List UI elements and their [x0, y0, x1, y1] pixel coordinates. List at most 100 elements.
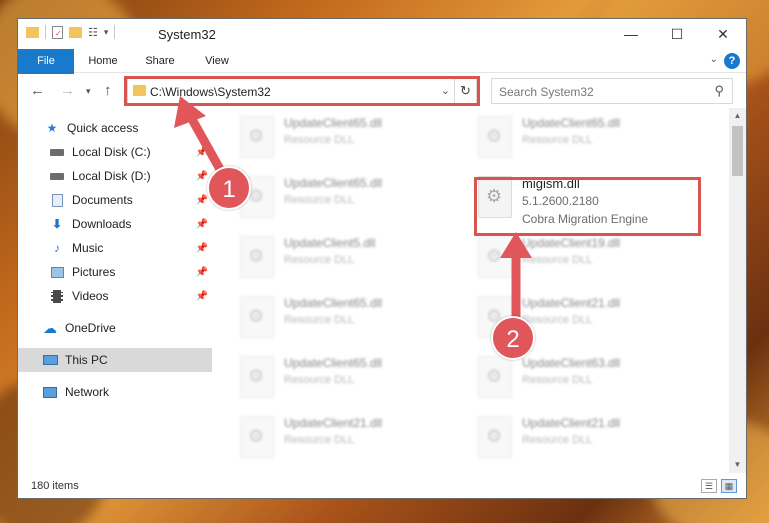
large-icons-view-icon[interactable]: ▦: [721, 479, 737, 493]
search-placeholder: Search System32: [499, 85, 594, 99]
dll-file-icon: [240, 356, 274, 398]
sidebar-item-label: Local Disk (C:): [72, 145, 151, 159]
sidebar-item-pictures[interactable]: Pictures 📌: [18, 260, 212, 284]
customize-toolbar-icon[interactable]: ▾: [104, 27, 109, 38]
sidebar-item-this-pc[interactable]: This PC: [18, 348, 212, 372]
file-type: Resource DLL: [522, 134, 593, 146]
new-folder-icon[interactable]: [69, 26, 82, 38]
sidebar-item-downloads[interactable]: ⬇ Downloads 📌: [18, 212, 212, 236]
sidebar-item-local-disk-d[interactable]: Local Disk (D:) 📌: [18, 164, 212, 188]
step-badge-2: 2: [491, 316, 535, 360]
sidebar-item-label: Music: [72, 241, 104, 255]
properties-icon[interactable]: ✓: [52, 25, 63, 39]
forward-arrow-icon[interactable]: →: [60, 82, 75, 99]
file-item[interactable]: UpdateClient63.dll Resource DLL: [456, 350, 676, 406]
search-input[interactable]: Search System32 ⚲: [491, 78, 733, 104]
file-type: Resource DLL: [522, 434, 593, 446]
file-item[interactable]: UpdateClient19.dll Resource DLL: [456, 230, 676, 286]
item-count: 180 items: [31, 480, 79, 492]
pin-icon: 📌: [195, 290, 208, 302]
pin-icon: 📌: [195, 266, 208, 278]
search-icon[interactable]: ⚲: [714, 83, 724, 99]
tab-home[interactable]: Home: [82, 49, 124, 73]
file-name: UpdateClient65.dll: [284, 296, 383, 310]
file-type: Resource DLL: [284, 374, 355, 386]
file-type: Resource DLL: [284, 434, 355, 446]
maximize-button[interactable]: ☐: [654, 19, 700, 49]
details-view-icon[interactable]: ☰: [701, 479, 717, 493]
list-view-icon[interactable]: ☷: [88, 26, 98, 39]
tab-view[interactable]: View: [196, 49, 238, 73]
scroll-down-icon[interactable]: ▼: [729, 457, 746, 473]
sidebar-item-network[interactable]: Network: [18, 380, 212, 404]
sidebar-item-label: Quick access: [67, 121, 139, 135]
sidebar-item-label: Downloads: [72, 217, 132, 231]
file-item[interactable]: UpdateClient21.dll Resource DLL: [456, 290, 676, 346]
sidebar-item-label: Network: [65, 385, 110, 399]
status-bar: 180 items ☰ ▦: [18, 473, 746, 498]
toolbar-divider: [45, 25, 46, 39]
file-item[interactable]: UpdateClient65.dll Resource DLL: [218, 170, 438, 226]
pin-icon: 📌: [195, 218, 208, 230]
file-list: UpdateClient65.dll Resource DLL UpdateCl…: [218, 108, 727, 473]
sidebar-item-label: Pictures: [72, 265, 116, 279]
music-icon: ♪: [54, 241, 60, 255]
up-arrow-icon[interactable]: ↑: [104, 82, 112, 99]
file-item[interactable]: UpdateClient21.dll Resource DLL: [218, 410, 438, 466]
close-button[interactable]: ✕: [700, 19, 746, 49]
drive-icon: [49, 169, 65, 183]
file-name: UpdateClient65.dll: [284, 356, 383, 370]
file-type: Resource DLL: [284, 194, 355, 206]
pin-icon: 📌: [195, 170, 208, 182]
scroll-thumb[interactable]: [732, 126, 743, 176]
sidebar-item-videos[interactable]: Videos 📌: [18, 284, 212, 308]
file-type: Resource DLL: [284, 134, 355, 146]
file-item[interactable]: UpdateClient65.dll Resource DLL: [218, 110, 438, 166]
sidebar-item-label: Documents: [72, 193, 133, 207]
dll-file-icon: [478, 236, 512, 278]
pin-icon: 📌: [195, 242, 208, 254]
dll-file-icon: [240, 116, 274, 158]
sidebar-item-music[interactable]: ♪ Music 📌: [18, 236, 212, 260]
sidebar-item-label: Local Disk (D:): [72, 169, 151, 183]
file-item[interactable]: UpdateClient5.dll Resource DLL: [218, 230, 438, 286]
help-button[interactable]: ?: [724, 53, 740, 69]
sidebar-item-label: OneDrive: [65, 321, 116, 335]
computer-icon: [42, 353, 58, 367]
pictures-icon: [49, 265, 65, 279]
file-type: Resource DLL: [284, 254, 355, 266]
dll-file-icon: [240, 416, 274, 458]
file-type: Resource DLL: [284, 314, 355, 326]
sidebar-item-onedrive[interactable]: ☁ OneDrive: [18, 316, 212, 340]
drive-icon: [49, 145, 65, 159]
vertical-scrollbar[interactable]: ▲ ▼: [729, 108, 746, 473]
folder-icon[interactable]: [26, 26, 39, 38]
file-item[interactable]: UpdateClient21.dll Resource DLL: [456, 410, 676, 466]
address-highlight-box: [124, 76, 480, 106]
dll-file-icon: [240, 236, 274, 278]
back-arrow-icon[interactable]: ←: [30, 82, 45, 99]
expand-ribbon-icon[interactable]: ⌄: [710, 54, 718, 65]
dll-file-icon: [240, 296, 274, 338]
sidebar-item-quick-access[interactable]: ★ Quick access: [18, 116, 212, 140]
network-icon: [42, 385, 58, 399]
file-item[interactable]: UpdateClient65.dll Resource DLL: [218, 350, 438, 406]
file-name: UpdateClient21.dll: [522, 296, 621, 310]
navigation-bar: ← → ▾ ↑ C:\Windows\System32 ⌄ ↻ Search S…: [18, 74, 746, 108]
dll-file-icon: [478, 116, 512, 158]
sidebar-item-documents[interactable]: Documents 📌: [18, 188, 212, 212]
file-name: UpdateClient19.dll: [522, 236, 621, 250]
scroll-up-icon[interactable]: ▲: [729, 108, 746, 124]
file-type: Resource DLL: [522, 314, 593, 326]
file-item[interactable]: UpdateClient65.dll Resource DLL: [456, 110, 676, 166]
step-badge-1: 1: [207, 166, 251, 210]
file-name: UpdateClient65.dll: [522, 116, 621, 130]
sidebar-item-local-disk-c[interactable]: Local Disk (C:) 📌: [18, 140, 212, 164]
tab-share[interactable]: Share: [139, 49, 181, 73]
file-item[interactable]: UpdateClient65.dll Resource DLL: [218, 290, 438, 346]
file-name: UpdateClient21.dll: [284, 416, 383, 430]
recent-locations-icon[interactable]: ▾: [86, 86, 91, 97]
minimize-button[interactable]: —: [608, 19, 654, 49]
file-type: Resource DLL: [522, 374, 593, 386]
file-type: Resource DLL: [522, 254, 593, 266]
